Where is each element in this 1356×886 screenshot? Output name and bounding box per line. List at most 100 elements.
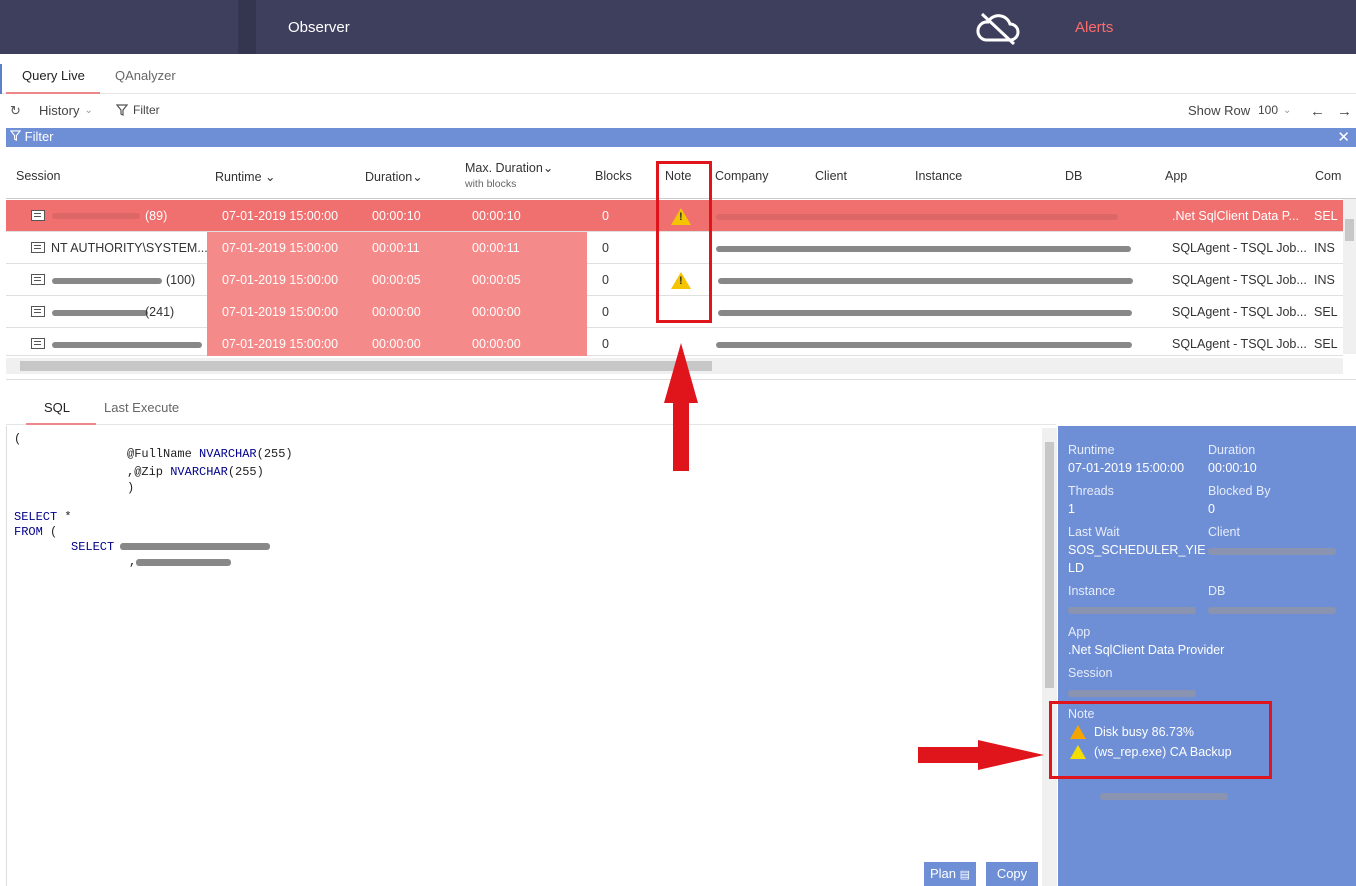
sql-editor[interactable]: ( @FullName NVARCHAR(255) ,@Zip NVARCHAR… (6, 426, 1042, 886)
cell-runtime: 07-01-2019 15:00:00 (222, 273, 339, 287)
redacted-text (136, 559, 231, 566)
show-row-value: 100 (1258, 103, 1279, 117)
chevron-down-icon: ⌄ (542, 161, 554, 175)
col-max-duration[interactable]: Max. Duration⌄ with blocks (465, 160, 553, 190)
cell-session: NT AUTHORITY\SYSTEM... (51, 241, 208, 255)
code-args: (255) (227, 465, 264, 479)
show-row-select[interactable]: 100 ⌄ (1258, 103, 1291, 117)
cell-max-duration: 00:00:00 (472, 305, 521, 319)
redacted-text (52, 278, 162, 284)
redacted-text (1100, 793, 1228, 800)
up-arrow-annotation (664, 343, 698, 403)
cell-duration: 00:00:10 (372, 209, 421, 223)
scroll-thumb[interactable] (20, 361, 712, 371)
redacted-text (52, 342, 202, 348)
chevron-down-icon: ⌄ (84, 105, 93, 116)
col-company[interactable]: Company (715, 169, 769, 183)
code-keyword: FROM (14, 525, 43, 539)
cell-runtime: 07-01-2019 15:00:00 (222, 241, 339, 255)
cell-session: (89) (145, 209, 168, 223)
code-line: ) (127, 481, 135, 495)
right-arrow-annotation (978, 740, 1044, 770)
session-icon (31, 274, 45, 285)
prev-arrow-icon[interactable]: ← (1310, 103, 1325, 120)
refresh-button[interactable]: ↻ (10, 103, 21, 119)
col-session[interactable]: Session (16, 169, 60, 183)
scroll-thumb[interactable] (1045, 442, 1054, 688)
cell-session: (100) (166, 273, 196, 287)
col-com[interactable]: Com (1315, 169, 1341, 183)
alerts-link[interactable]: Alerts (1075, 19, 1113, 36)
cell-max-duration: 00:00:00 (472, 337, 521, 351)
col-duration[interactable]: Duration⌄ (365, 169, 423, 184)
redacted-text (716, 342, 1132, 348)
cell-max-duration: 00:00:05 (472, 273, 521, 287)
editor-scrollbar[interactable] (1042, 428, 1057, 886)
code-line: ( (14, 432, 22, 446)
col-app[interactable]: App (1165, 169, 1187, 183)
session-icon (31, 210, 45, 221)
scroll-thumb[interactable] (1345, 219, 1354, 241)
client-label: Client (1208, 525, 1240, 539)
tab-indicator (0, 64, 2, 94)
cell-duration: 00:00:11 (372, 241, 420, 255)
tab-query-live[interactable]: Query Live (22, 68, 85, 83)
refresh-icon: ↻ (10, 103, 21, 118)
copy-button[interactable]: Copy (986, 862, 1038, 886)
chevron-down-icon: ⌄ (1283, 104, 1292, 116)
cell-app: SQLAgent - TSQL Job... (1172, 305, 1307, 319)
code-line: SELECT * (14, 510, 72, 524)
col-instance[interactable]: Instance (915, 169, 962, 183)
main-tabs: Query Live QAnalyzer (0, 54, 1356, 94)
cell-session: (241) (145, 305, 175, 319)
cell-com: SEL (1314, 209, 1338, 223)
blocked-by-label: Blocked By (1208, 484, 1271, 498)
sidebar-toggle-strip[interactable] (238, 0, 256, 54)
filter-label: Filter (133, 103, 160, 117)
runtime-value: 07-01-2019 15:00:00 (1068, 461, 1185, 475)
redacted-text (1068, 690, 1196, 697)
code-args: (255) (256, 447, 293, 461)
app-name[interactable]: Observer (288, 19, 350, 36)
code-text: * (57, 510, 72, 524)
session-icon (31, 242, 45, 253)
filter-icon (116, 104, 128, 116)
col-runtime[interactable]: Runtime ⌄ (215, 169, 276, 184)
cell-blocks: 0 (602, 305, 609, 319)
cell-duration: 00:00:00 (372, 305, 421, 319)
note-column-highlight (656, 161, 712, 323)
duration-label: Duration (1208, 443, 1256, 457)
threads-label: Threads (1068, 484, 1114, 498)
close-icon[interactable]: ✕ (1337, 128, 1350, 146)
next-arrow-icon[interactable]: → (1337, 103, 1352, 120)
filter-bar-title: Filter (9, 129, 54, 144)
filter-bar-label: Filter (24, 129, 54, 144)
code-line: @FullName NVARCHAR(255) (127, 447, 293, 461)
up-arrow-shaft (673, 401, 689, 471)
filter-bar[interactable]: Filter ✕ (6, 128, 1356, 147)
app-label: App (1068, 625, 1091, 639)
plan-button[interactable]: Plan ▤ (924, 862, 976, 886)
cloud-off-icon[interactable] (974, 10, 1022, 46)
tab-sql[interactable]: SQL (44, 400, 70, 415)
col-runtime-label: Runtime (215, 170, 262, 184)
tab-qanalyzer[interactable]: QAnalyzer (115, 68, 176, 83)
col-client[interactable]: Client (815, 169, 847, 183)
toolbar: ↻ History ⌄ Filter Show Row 100 ⌄ ← → (0, 94, 1356, 128)
last-wait-value-cont: LD (1068, 561, 1084, 575)
history-dropdown[interactable]: History ⌄ (39, 103, 93, 118)
last-wait-value: SOS_SCHEDULER_YIE (1068, 543, 1206, 557)
tab-last-execute[interactable]: Last Execute (104, 400, 179, 415)
col-blocks[interactable]: Blocks (595, 169, 632, 183)
redacted-text (716, 246, 1131, 252)
cell-runtime: 07-01-2019 15:00:00 (222, 305, 339, 319)
session-icon (31, 338, 45, 349)
cell-max-duration: 00:00:10 (472, 209, 521, 223)
filter-button[interactable]: Filter (116, 103, 160, 117)
code-keyword: NVARCHAR (170, 465, 228, 479)
grid-vertical-scrollbar[interactable] (1343, 199, 1356, 354)
cell-com: SEL (1314, 305, 1338, 319)
note-detail-highlight (1049, 701, 1272, 779)
code-line: FROM ( (14, 525, 57, 539)
col-db[interactable]: DB (1065, 169, 1082, 183)
